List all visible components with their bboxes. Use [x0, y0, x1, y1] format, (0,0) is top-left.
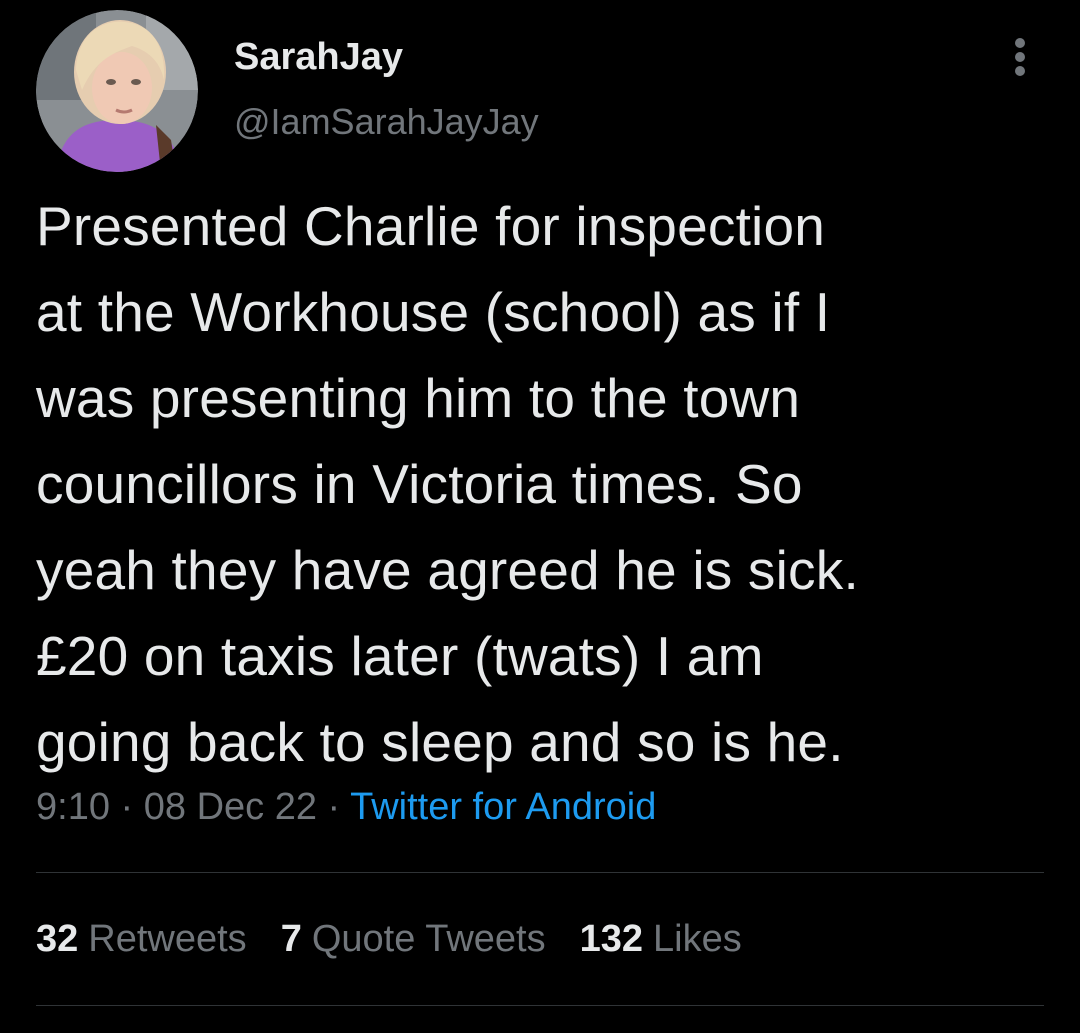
retweets-label: Retweets [88, 918, 247, 960]
tweet-text: Presented Charlie for inspection at the … [36, 195, 859, 773]
likes-stat[interactable]: 132 Likes [580, 918, 742, 961]
display-name[interactable]: SarahJay [234, 36, 403, 79]
likes-count: 132 [579, 918, 644, 960]
avatar[interactable] [36, 10, 198, 172]
tweet-time[interactable]: 9:10 [36, 786, 110, 828]
retweets-stat[interactable]: 32 Retweets [36, 918, 247, 961]
divider [36, 872, 1044, 873]
user-handle[interactable]: @IamSarahJayJay [234, 101, 539, 143]
more-dot [1015, 52, 1025, 62]
meta-separator: · [327, 786, 341, 828]
more-vertical-icon[interactable] [1002, 34, 1038, 80]
likes-label: Likes [653, 918, 742, 960]
more-dot [1015, 66, 1025, 76]
tweet-date[interactable]: 08 Dec 22 [144, 786, 317, 828]
quote-tweets-stat[interactable]: 7 Quote Tweets [281, 918, 546, 961]
quote-tweets-label: Quote Tweets [311, 918, 546, 960]
tweet-stats: 32 Retweets 7 Quote Tweets 132 Likes [36, 918, 776, 961]
tweet-source-link[interactable]: Twitter for Android [350, 786, 656, 828]
more-dot [1015, 38, 1025, 48]
profile-photo-icon [36, 10, 198, 172]
tweet-detail: SarahJay @IamSarahJayJay Presented Charl… [0, 0, 1080, 1033]
quote-tweets-count: 7 [280, 918, 302, 960]
tweet-meta: 9:10 · 08 Dec 22 · Twitter for Android [36, 786, 656, 829]
divider [36, 1005, 1044, 1006]
retweets-count: 32 [36, 918, 79, 960]
meta-separator: · [120, 786, 134, 828]
